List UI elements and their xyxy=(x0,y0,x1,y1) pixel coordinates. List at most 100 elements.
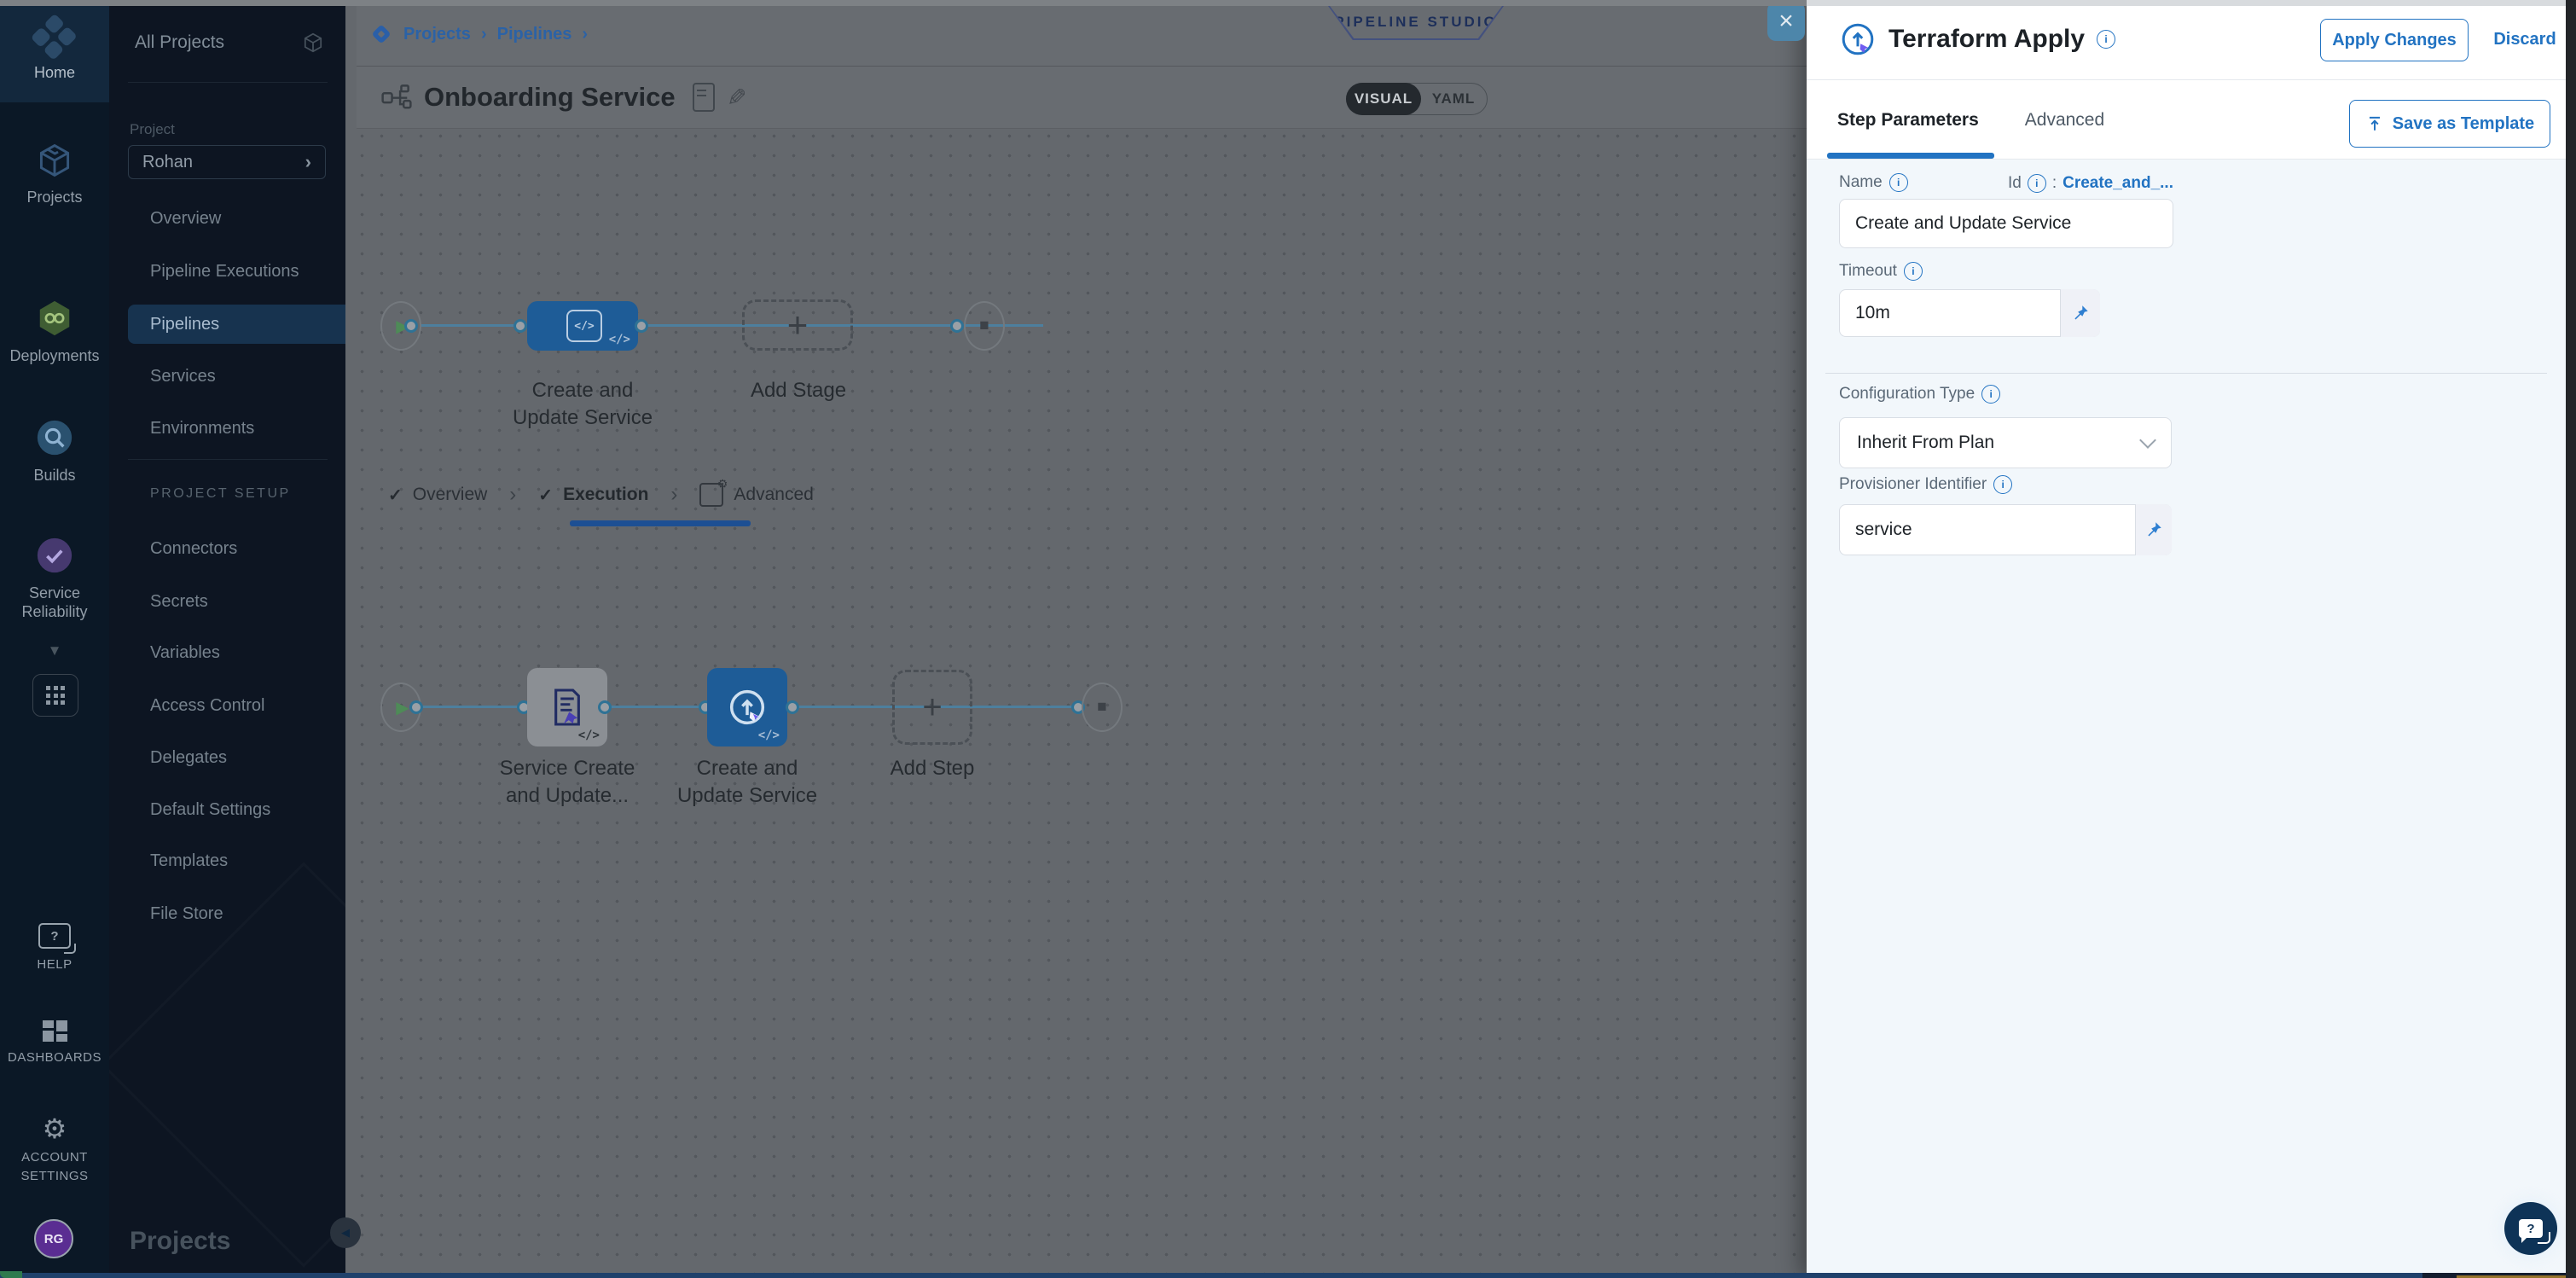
provisioner-input[interactable] xyxy=(1839,504,2172,555)
name-field-wrap xyxy=(1839,199,2173,248)
module-grid-button[interactable] xyxy=(32,674,78,717)
window-top-edge-right xyxy=(1807,0,2576,6)
id-value-link[interactable]: Create_and_... xyxy=(2063,174,2173,193)
add-stage-button[interactable]: + xyxy=(742,299,853,351)
pin-icon xyxy=(2071,304,2090,322)
nav-builds[interactable]: Builds xyxy=(0,418,109,485)
configuration-type-value: Inherit From Plan xyxy=(1857,433,1994,453)
home-icon xyxy=(31,14,79,62)
sidebar-item-services[interactable]: Services xyxy=(150,357,345,396)
tab-overview[interactable]: ✓ Overview xyxy=(388,485,487,506)
add-stage-label: Add Stage xyxy=(705,377,892,404)
sidebar-item-delegates[interactable]: Delegates xyxy=(150,738,345,777)
save-as-template-button[interactable]: Save as Template xyxy=(2349,100,2550,148)
toggle-yaml[interactable]: YAML xyxy=(1432,90,1476,107)
info-icon[interactable]: i xyxy=(2028,174,2046,193)
id-row: Id i : Create_and_... xyxy=(1960,173,2173,194)
graph-connector[interactable] xyxy=(598,700,612,714)
toggle-visual[interactable]: VISUAL xyxy=(1355,90,1413,107)
sidebar-divider xyxy=(128,82,328,83)
tab-step-parameters[interactable]: Step Parameters xyxy=(1837,110,1979,131)
yaml-code-badge-icon: </> xyxy=(609,333,630,346)
close-drawer-button[interactable]: × xyxy=(1767,2,1805,41)
stage-end-node: ■ xyxy=(964,301,1005,351)
breadcrumb-pipelines[interactable]: Pipelines xyxy=(497,25,572,44)
name-input[interactable] xyxy=(1839,199,2173,248)
add-step-label: Add Step xyxy=(838,755,1026,782)
discard-button[interactable]: Discard xyxy=(2486,19,2564,60)
header-divider xyxy=(1807,79,2576,80)
project-label: Project xyxy=(130,121,175,138)
check-icon: ✓ xyxy=(538,485,553,506)
nav-account-settings[interactable]: ⚙ ACCOUNT SETTINGS xyxy=(0,1114,109,1186)
edit-pencil-icon[interactable]: ✎ xyxy=(727,84,746,112)
nav-deployments[interactable]: Deployments xyxy=(0,299,109,365)
all-projects-header[interactable]: All Projects xyxy=(135,24,324,61)
chevron-right-icon: › xyxy=(670,483,677,507)
info-icon[interactable]: i xyxy=(1889,173,1908,192)
copy-icon[interactable] xyxy=(693,83,715,112)
nav-projects[interactable]: Projects xyxy=(0,142,109,206)
configuration-type-select[interactable]: Inherit From Plan xyxy=(1839,417,2172,468)
rail-expand-caret-icon[interactable]: ▼ xyxy=(39,642,70,660)
step-node-service-create-and-update[interactable]: </> xyxy=(527,668,607,746)
graph-connector[interactable] xyxy=(635,319,648,333)
plus-icon: + xyxy=(922,688,942,727)
sidebar-item-file-store[interactable]: File Store xyxy=(150,894,345,933)
project-setup-label: PROJECT SETUP xyxy=(150,486,291,502)
drawer-tabs: Step Parameters Advanced xyxy=(1837,89,2104,152)
timeout-pin-button[interactable] xyxy=(2060,289,2100,337)
gear-icon: ⚙ xyxy=(43,1114,67,1143)
yaml-code-badge-icon: </> xyxy=(758,729,780,742)
nav-home[interactable]: Home xyxy=(0,20,109,82)
sidebar-item-variables[interactable]: Variables xyxy=(150,633,345,672)
graph-connector[interactable] xyxy=(513,319,527,333)
grid-icon xyxy=(46,686,65,705)
info-icon[interactable]: i xyxy=(1904,262,1923,281)
sidebar-item-pipelines-selected[interactable]: Pipelines xyxy=(150,305,345,344)
nav-dashboards[interactable]: DASHBOARDS xyxy=(0,1020,109,1067)
project-selector[interactable]: Rohan › xyxy=(128,145,326,179)
step-node-create-and-update-service-selected[interactable]: </> xyxy=(707,668,787,746)
graph-connector[interactable] xyxy=(786,700,799,714)
sidebar-item-access-control[interactable]: Access Control xyxy=(150,686,345,725)
user-avatar[interactable]: RG xyxy=(34,1219,73,1258)
nav-service-reliability[interactable]: Service Reliability xyxy=(0,536,109,621)
sidebar-item-templates[interactable]: Templates xyxy=(150,841,345,880)
info-icon[interactable]: i xyxy=(1981,385,2000,404)
sidebar-item-secrets[interactable]: Secrets xyxy=(150,582,345,621)
pipeline-studio-badge-label: PIPELINE STUDIO xyxy=(1334,14,1497,31)
stage-node-label: Create andUpdate Service xyxy=(489,377,676,432)
chevron-right-icon: › xyxy=(305,151,311,173)
stage-tabs: ✓ Overview › ✓ Execution › ⚙ Advanced xyxy=(388,474,814,515)
resource-center-fab[interactable]: ? xyxy=(2504,1202,2557,1255)
step2-label: Create andUpdate Service xyxy=(653,755,841,810)
stage-node-create-and-update-service[interactable]: </> </> xyxy=(527,301,638,351)
terraform-apply-drawer: Terraform Apply i Apply Changes Discard … xyxy=(1807,0,2576,1278)
sidebar-item-connectors[interactable]: Connectors xyxy=(150,529,345,568)
pipeline-studio-screen: Projects › Pipelines › PIPELINE STUDIO O… xyxy=(0,0,2576,1278)
sidebar-footer-projects: Projects xyxy=(130,1227,230,1256)
apply-changes-button[interactable]: Apply Changes xyxy=(2320,19,2469,61)
sidebar-item-pipeline-executions[interactable]: Pipeline Executions xyxy=(150,252,345,291)
tab-advanced[interactable]: Advanced xyxy=(2025,110,2104,131)
pipeline-canvas[interactable]: Projects › Pipelines › PIPELINE STUDIO O… xyxy=(345,0,1807,1278)
tab-advanced[interactable]: ⚙ Advanced xyxy=(699,483,813,507)
custom-stage-icon: </> xyxy=(566,310,602,342)
sidebar-collapse-handle[interactable]: ◀ xyxy=(330,1217,361,1248)
graph-connector[interactable] xyxy=(409,700,423,714)
provisioner-pin-button[interactable] xyxy=(2135,504,2172,555)
add-step-button[interactable]: + xyxy=(892,670,972,745)
graph-connector[interactable] xyxy=(950,319,964,333)
graph-connector[interactable] xyxy=(404,319,418,333)
breadcrumb-projects[interactable]: Projects xyxy=(403,25,471,44)
config-type-label-row: Configuration Typei xyxy=(1839,385,2000,404)
info-icon[interactable]: i xyxy=(2097,30,2115,49)
sidebar-item-environments[interactable]: Environments xyxy=(150,409,345,448)
info-icon[interactable]: i xyxy=(1993,475,2012,494)
visual-yaml-toggle[interactable]: VISUAL YAML xyxy=(1346,83,1488,115)
sidebar-item-overview[interactable]: Overview xyxy=(150,199,345,238)
nav-help[interactable]: ? HELP xyxy=(0,923,109,974)
sidebar-item-default-settings[interactable]: Default Settings xyxy=(150,790,345,829)
tab-execution[interactable]: ✓ Execution xyxy=(538,485,648,506)
